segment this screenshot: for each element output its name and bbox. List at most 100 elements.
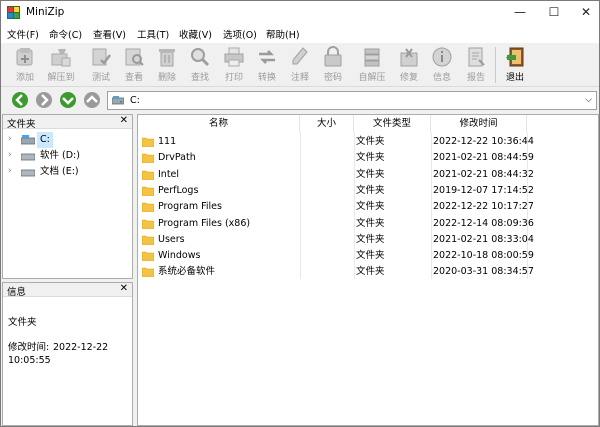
- address-dropdown-icon[interactable]: ⌵: [585, 95, 592, 105]
- file-type: 文件夹: [356, 184, 385, 196]
- convert-icon: [259, 50, 275, 64]
- view-button[interactable]: 查看: [118, 44, 150, 86]
- info-icon: [432, 47, 452, 67]
- file-name: 111: [158, 136, 177, 147]
- table-row[interactable]: 111 文件夹 2022-12-22 10:36:44: [138, 134, 534, 150]
- info-pane-close-icon[interactable]: ✕: [120, 283, 128, 294]
- exit-icon: [506, 47, 524, 67]
- folder-icon: [142, 170, 154, 180]
- file-modified: 2021-02-21 08:33:04: [433, 233, 534, 245]
- toolbar-separator: [495, 47, 496, 83]
- info-type: 文件夹: [8, 317, 37, 328]
- menu-bar: 文件(F) 命令(C) 查看(V) 工具(T) 收藏(V) 选项(O) 帮助(H…: [1, 24, 599, 43]
- expand-icon[interactable]: ›: [8, 166, 12, 176]
- info-pane-header: 信息 ✕: [3, 283, 132, 298]
- repair-button[interactable]: 修复: [393, 44, 425, 86]
- tree-item-c[interactable]: › C:: [3, 132, 132, 148]
- file-name: 系统必备软件: [158, 266, 216, 278]
- folder-icon: [142, 219, 154, 229]
- add-button[interactable]: 添加: [9, 44, 41, 86]
- exit-label: 退出: [505, 73, 524, 83]
- file-type: 文件夹: [356, 250, 385, 262]
- file-modified: 2021-02-21 08:44:59: [433, 152, 534, 164]
- info-button[interactable]: 信息: [426, 44, 458, 86]
- info-modified-label: 修改时间:: [8, 342, 50, 353]
- menu-options[interactable]: 选项(O): [223, 27, 257, 41]
- extract-to-button[interactable]: 解压到: [45, 44, 77, 86]
- menu-view[interactable]: 查看(V): [93, 27, 126, 41]
- table-row[interactable]: 系统必备软件 文件夹 2020-03-31 08:34:57: [138, 264, 534, 280]
- expand-icon[interactable]: ›: [8, 150, 12, 160]
- file-type: 文件夹: [356, 233, 385, 245]
- file-list: 名称 大小 文件类型 修改时间 111 文件夹 2022-12-22 10:36:4…: [137, 114, 599, 426]
- column-type[interactable]: 文件类型: [354, 115, 431, 133]
- column-name[interactable]: 名称: [138, 115, 300, 133]
- title-bar: MiniZip — ☐ ✕: [1, 1, 599, 24]
- file-modified: 2020-03-31 08:34:57: [433, 266, 534, 278]
- menu-file[interactable]: 文件(F): [7, 27, 39, 41]
- table-row[interactable]: Users 文件夹 2021-02-21 08:33:04: [138, 232, 534, 248]
- sfx-button[interactable]: 自解压: [356, 44, 388, 86]
- file-name: Windows: [158, 250, 201, 262]
- file-modified: 2022-10-18 08:00:59: [433, 250, 534, 262]
- repair-icon: [400, 48, 418, 67]
- convert-button[interactable]: 转换: [251, 44, 283, 86]
- table-row[interactable]: Intel 文件夹 2021-02-21 08:44:32: [138, 167, 534, 183]
- print-button[interactable]: 打印: [218, 44, 250, 86]
- address-field[interactable]: C: ⌵: [107, 91, 597, 110]
- test-icon: [92, 48, 111, 66]
- drive-icon: [21, 153, 35, 161]
- menu-favorites[interactable]: 收藏(V): [179, 27, 212, 41]
- sfx-label: 自解压: [358, 73, 386, 83]
- folder-icon: [142, 251, 154, 262]
- folder-icon: [142, 202, 154, 213]
- test-button[interactable]: 测试: [85, 44, 117, 86]
- folders-pane-close-icon[interactable]: ✕: [120, 115, 128, 126]
- password-button[interactable]: 密码: [317, 44, 349, 86]
- file-modified: 2022-12-22 10:36:44: [433, 136, 534, 147]
- view-icon: [125, 48, 144, 66]
- menu-command[interactable]: 命令(C): [49, 27, 82, 41]
- exit-button[interactable]: 退出: [499, 44, 531, 86]
- close-window-button[interactable]: ✕: [563, 1, 600, 24]
- add-label: 添加: [15, 73, 34, 83]
- delete-button[interactable]: 删除: [151, 44, 183, 86]
- tree-item-label: 文档 (E:): [40, 166, 79, 177]
- sfx-icon: [364, 48, 380, 67]
- password-icon: [324, 46, 342, 67]
- tree-item-e[interactable]: › 文档 (E:): [3, 164, 132, 180]
- app-logo-icon: [7, 6, 20, 19]
- back-icon[interactable]: [11, 91, 29, 109]
- folders-pane: 文件夹 ✕ › C: › 软件 (D:) › 文档 (E:): [2, 114, 133, 279]
- column-size[interactable]: 大小: [300, 115, 354, 133]
- file-name: DrvPath: [158, 152, 196, 164]
- add-icon: [16, 48, 33, 66]
- file-name: Program Files (x86): [158, 217, 251, 229]
- down-icon[interactable]: [59, 91, 77, 109]
- table-row[interactable]: Windows 文件夹 2022-10-18 08:00:59: [138, 248, 534, 264]
- file-name: Program Files: [158, 201, 222, 213]
- folders-pane-header: 文件夹 ✕: [3, 115, 132, 130]
- report-button[interactable]: 报告: [460, 44, 492, 86]
- file-name: Intel: [158, 168, 180, 180]
- navigation-bar: C: ⌵: [1, 88, 599, 113]
- print-label: 打印: [224, 73, 243, 83]
- find-button[interactable]: 查找: [184, 44, 216, 86]
- up-icon[interactable]: [83, 91, 101, 109]
- file-type: 文件夹: [356, 201, 385, 213]
- table-row[interactable]: DrvPath 文件夹 2021-02-21 08:44:59: [138, 150, 534, 166]
- report-icon: [468, 47, 485, 67]
- menu-help[interactable]: 帮助(H): [266, 27, 300, 41]
- expand-icon[interactable]: ›: [8, 134, 12, 144]
- folder-icon: [142, 137, 154, 147]
- extract-to-icon: [51, 49, 71, 67]
- tree-item-d[interactable]: › 软件 (D:): [3, 148, 132, 164]
- table-row[interactable]: Program Files 文件夹 2022-12-22 10:17:27: [138, 199, 534, 215]
- table-row[interactable]: PerfLogs 文件夹 2019-12-07 17:14:52: [138, 183, 534, 199]
- table-row[interactable]: Program Files (x86) 文件夹 2022-12-14 08:09:3…: [138, 216, 534, 232]
- column-modified[interactable]: 修改时间: [431, 115, 527, 133]
- forward-icon[interactable]: [35, 91, 53, 109]
- comment-button[interactable]: 注释: [284, 44, 316, 86]
- menu-tools[interactable]: 工具(T): [137, 27, 169, 41]
- delete-icon: [159, 49, 175, 67]
